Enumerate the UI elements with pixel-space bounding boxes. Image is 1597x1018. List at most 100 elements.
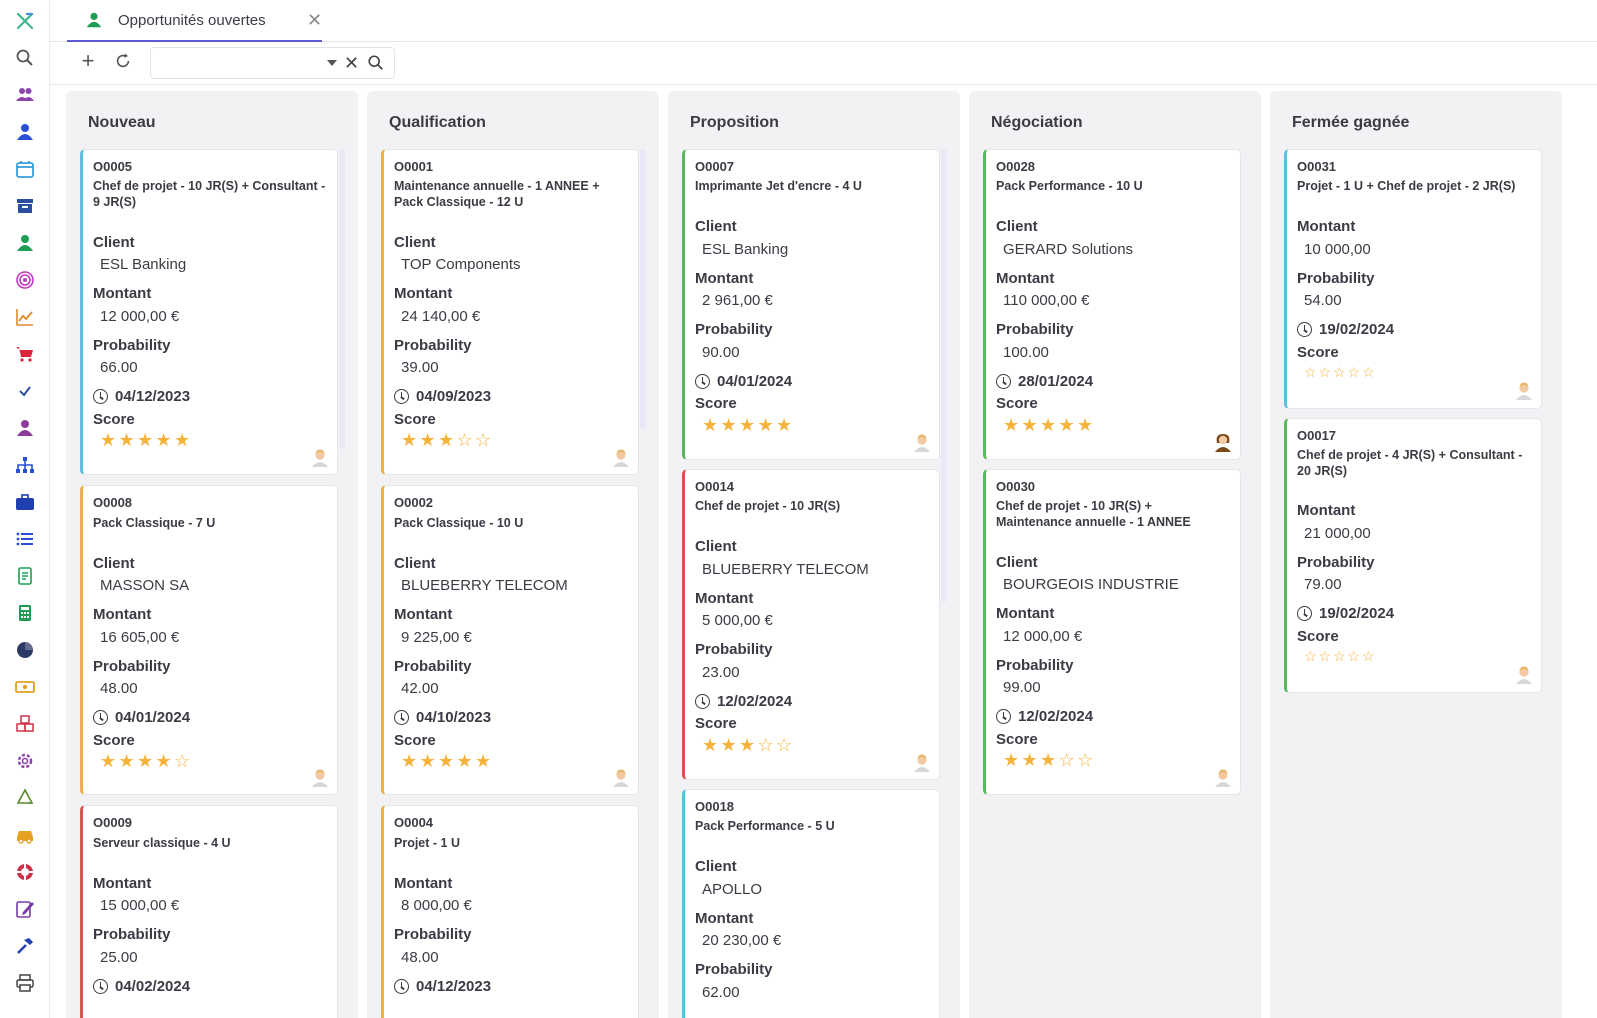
car-icon[interactable] <box>13 823 37 847</box>
scrollbar[interactable] <box>640 149 646 429</box>
due-date: 04/01/2024 <box>695 373 792 390</box>
date-value: 04/12/2023 <box>115 388 191 405</box>
recycle-icon[interactable] <box>13 786 37 810</box>
org-chart-icon[interactable] <box>13 453 37 477</box>
printer-icon[interactable] <box>13 971 37 995</box>
boxes-icon[interactable] <box>13 712 37 736</box>
montant-label: Montant <box>93 606 152 623</box>
card-title: Chef de projet - 10 JR(S) <box>695 499 841 513</box>
client-label: Client <box>394 555 436 572</box>
cart-icon[interactable] <box>13 342 37 366</box>
opportunity-card[interactable]: O0002 Pack Classique - 10 U Client BLUEB… <box>381 485 639 795</box>
probability-label: Probability <box>93 926 171 943</box>
chart-icon[interactable] <box>13 305 37 329</box>
edit-icon[interactable] <box>13 897 37 921</box>
refresh-button[interactable] <box>111 50 135 74</box>
cash-icon[interactable] <box>13 675 37 699</box>
opportunity-card[interactable]: O0009 Serveur classique - 4 U Montant 15… <box>80 805 338 1018</box>
opportunity-card[interactable]: O0007 Imprimante Jet d'encre - 4 U Clien… <box>682 149 940 460</box>
briefcase-icon[interactable] <box>13 490 37 514</box>
date-value: 12/02/2024 <box>717 693 793 710</box>
tab-bar: Opportunités ouvertes ✕ <box>50 0 1597 42</box>
star-empty-icon: ☆ <box>1333 364 1346 380</box>
scrollbar[interactable] <box>339 149 345 449</box>
opportunity-card[interactable]: O0031 Projet - 1 U + Chef de projet - 2 … <box>1284 149 1542 409</box>
client-label: Client <box>93 234 135 251</box>
probability-value: 48.00 <box>100 680 138 697</box>
star-empty-icon: ☆ <box>1347 648 1361 664</box>
client-value: BLUEBERRY TELECOM <box>702 561 869 578</box>
calculator-icon[interactable] <box>13 601 37 625</box>
probability-value: 66.00 <box>100 359 138 376</box>
clear-icon[interactable]: ✕ <box>344 53 359 74</box>
search-icon[interactable] <box>13 46 37 70</box>
opportunity-card[interactable]: O0008 Pack Classique - 7 U Client MASSON… <box>80 485 338 795</box>
opportunity-card[interactable]: O0028 Pack Performance - 10 U Client GER… <box>983 149 1241 460</box>
probability-value: 42.00 <box>401 680 439 697</box>
avatar <box>1513 663 1535 685</box>
pie-chart-icon[interactable] <box>13 638 37 662</box>
star-filled-icon: ★ <box>720 415 737 435</box>
calendar-icon[interactable] <box>13 157 37 181</box>
search-input[interactable] <box>159 53 319 73</box>
opportunity-card[interactable]: O0018 Pack Performance - 5 U Client APOL… <box>682 789 940 1018</box>
opportunity-card[interactable]: O0001 Maintenance annuelle - 1 ANNEE + P… <box>381 149 639 475</box>
star-filled-icon: ★ <box>438 751 455 771</box>
contacts-icon[interactable] <box>13 83 37 107</box>
score-label: Score <box>93 732 135 749</box>
score-label: Score <box>1297 628 1339 645</box>
scrollbar[interactable] <box>941 149 947 602</box>
tab-opportunites-ouvertes[interactable]: Opportunités ouvertes ✕ <box>67 0 322 42</box>
user-green-icon[interactable] <box>13 231 37 255</box>
probability-value: 79.00 <box>1304 576 1342 593</box>
card-title: Projet - 1 U + Chef de projet - 2 JR(S) <box>1297 179 1516 193</box>
probability-label: Probability <box>1297 270 1375 287</box>
opportunity-card[interactable]: O0017 Chef de projet - 4 JR(S) + Consult… <box>1284 418 1542 693</box>
opportunity-card[interactable]: O0030 Chef de projet - 10 JR(S) + Mainte… <box>983 469 1241 795</box>
opportunity-card[interactable]: O0014 Chef de projet - 10 JR(S) Client B… <box>682 469 940 780</box>
star-empty-icon: ☆ <box>1318 648 1332 664</box>
column-negociation: Négociation O0028 Pack Performance - 10 … <box>969 91 1261 1018</box>
montant-value: 2 961,00 € <box>702 292 773 309</box>
chevron-down-icon[interactable] <box>327 60 337 66</box>
document-icon[interactable] <box>13 564 37 588</box>
opportunity-card[interactable]: O0004 Projet - 1 U Montant 8 000,00 € Pr… <box>381 805 639 1018</box>
column-qualification: Qualification O0001 Maintenance annuelle… <box>367 91 659 1018</box>
star-filled-icon: ★ <box>776 415 793 435</box>
archive-icon[interactable] <box>13 194 37 218</box>
probability-label: Probability <box>93 658 171 675</box>
star-filled-icon: ★ <box>720 735 737 755</box>
due-date: 04/01/2024 <box>93 709 190 726</box>
card-reference: O0017 <box>1297 428 1337 443</box>
card-title: Pack Performance - 5 U <box>695 819 835 833</box>
app-logo-icon[interactable] <box>13 9 37 33</box>
probability-value: 100.00 <box>1003 344 1049 361</box>
target-icon[interactable] <box>13 268 37 292</box>
score-stars: ★ ★ ★ ★ ★ <box>100 431 193 449</box>
opportunity-card[interactable]: O0005 Chef de projet - 10 JR(S) + Consul… <box>80 149 338 475</box>
user-purple-icon[interactable] <box>13 416 37 440</box>
list-icon[interactable] <box>13 527 37 551</box>
star-filled-icon: ★ <box>475 751 492 771</box>
due-date: 04/10/2023 <box>394 709 491 726</box>
probability-value: 39.00 <box>401 359 439 376</box>
lifebuoy-icon[interactable] <box>13 860 37 884</box>
date-value: 19/02/2024 <box>1319 605 1395 622</box>
score-stars: ★ ★ ★ ★ ★ <box>702 416 795 434</box>
card-reference: O0008 <box>93 495 133 510</box>
check-icon[interactable] <box>13 379 37 403</box>
star-empty-icon: ☆ <box>1058 750 1075 770</box>
search-icon[interactable] <box>367 54 385 77</box>
add-button[interactable]: + <box>76 50 100 74</box>
star-filled-icon: ★ <box>137 751 154 771</box>
user-icon[interactable] <box>13 120 37 144</box>
clock-icon <box>93 979 108 994</box>
hammer-icon[interactable] <box>13 934 37 958</box>
probability-value: 23.00 <box>702 664 740 681</box>
close-icon[interactable]: ✕ <box>307 11 322 29</box>
gear-icon[interactable] <box>13 749 37 773</box>
due-date: 04/02/2024 <box>93 978 190 995</box>
score-label: Score <box>1297 344 1339 361</box>
search-field[interactable]: ✕ <box>150 47 395 79</box>
client-label: Client <box>996 554 1038 571</box>
